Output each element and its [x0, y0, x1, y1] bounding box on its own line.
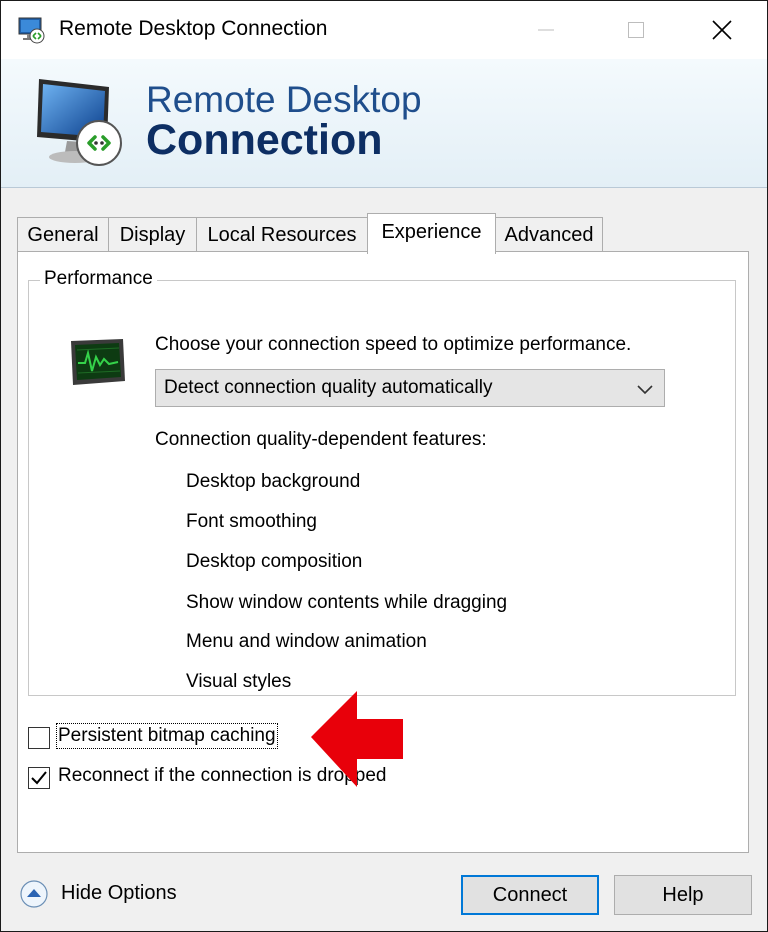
close-button[interactable] — [699, 7, 745, 53]
performance-group-label: Performance — [40, 268, 157, 290]
features-label: Connection quality-dependent features: — [155, 429, 487, 450]
connect-button[interactable]: Connect — [461, 875, 599, 915]
hide-options-icon[interactable] — [19, 879, 49, 909]
feature-item: Desktop background — [186, 471, 361, 492]
persistent-bitmap-caching-checkbox[interactable] — [28, 727, 50, 749]
feature-item: Menu and window animation — [186, 631, 427, 652]
banner-title-line2: Connection — [146, 116, 383, 164]
rdp-app-icon — [18, 17, 45, 44]
tab-experience[interactable]: Experience — [367, 213, 496, 254]
reconnect-checkbox[interactable] — [28, 767, 50, 789]
chevron-down-icon — [637, 385, 653, 395]
tab-display[interactable]: Display — [108, 217, 197, 251]
title-bar[interactable]: Remote Desktop Connection — [1, 1, 767, 59]
maximize-button[interactable] — [613, 7, 659, 53]
speed-prompt: Choose your connection speed to optimize… — [155, 334, 632, 355]
feature-item: Show window contents while dragging — [186, 592, 508, 613]
connection-speed-value: Detect connection quality automatically — [164, 377, 493, 398]
minimize-button[interactable] — [523, 7, 569, 53]
tab-general[interactable]: General — [17, 217, 109, 251]
connection-speed-select[interactable]: Detect connection quality automatically — [155, 369, 665, 407]
hide-options-link[interactable]: Hide Options — [61, 882, 177, 905]
rdp-window: Remote Desktop Connection Remote Desktop… — [0, 0, 768, 932]
maximize-icon — [628, 22, 644, 38]
rdp-monitor-logo-icon — [37, 79, 122, 166]
persistent-bitmap-caching-label[interactable]: Persistent bitmap caching — [56, 723, 278, 749]
feature-item: Desktop composition — [186, 551, 363, 572]
feature-item: Visual styles — [186, 671, 292, 692]
annotation-arrow-icon — [311, 691, 403, 787]
banner-title-line1: Remote Desktop — [146, 79, 422, 120]
help-button[interactable]: Help — [614, 875, 752, 915]
tab-local-resources[interactable]: Local Resources — [196, 217, 368, 251]
performance-monitor-icon — [71, 339, 125, 385]
window-title: Remote Desktop Connection — [59, 17, 328, 40]
performance-group: Choose your connection speed to optimize… — [28, 280, 736, 696]
close-icon — [712, 20, 732, 40]
feature-item: Font smoothing — [186, 511, 317, 532]
checkmark-icon — [31, 771, 47, 785]
tab-advanced[interactable]: Advanced — [495, 217, 603, 251]
app-banner: Remote Desktop Connection — [1, 59, 767, 188]
minimize-icon — [538, 29, 554, 31]
